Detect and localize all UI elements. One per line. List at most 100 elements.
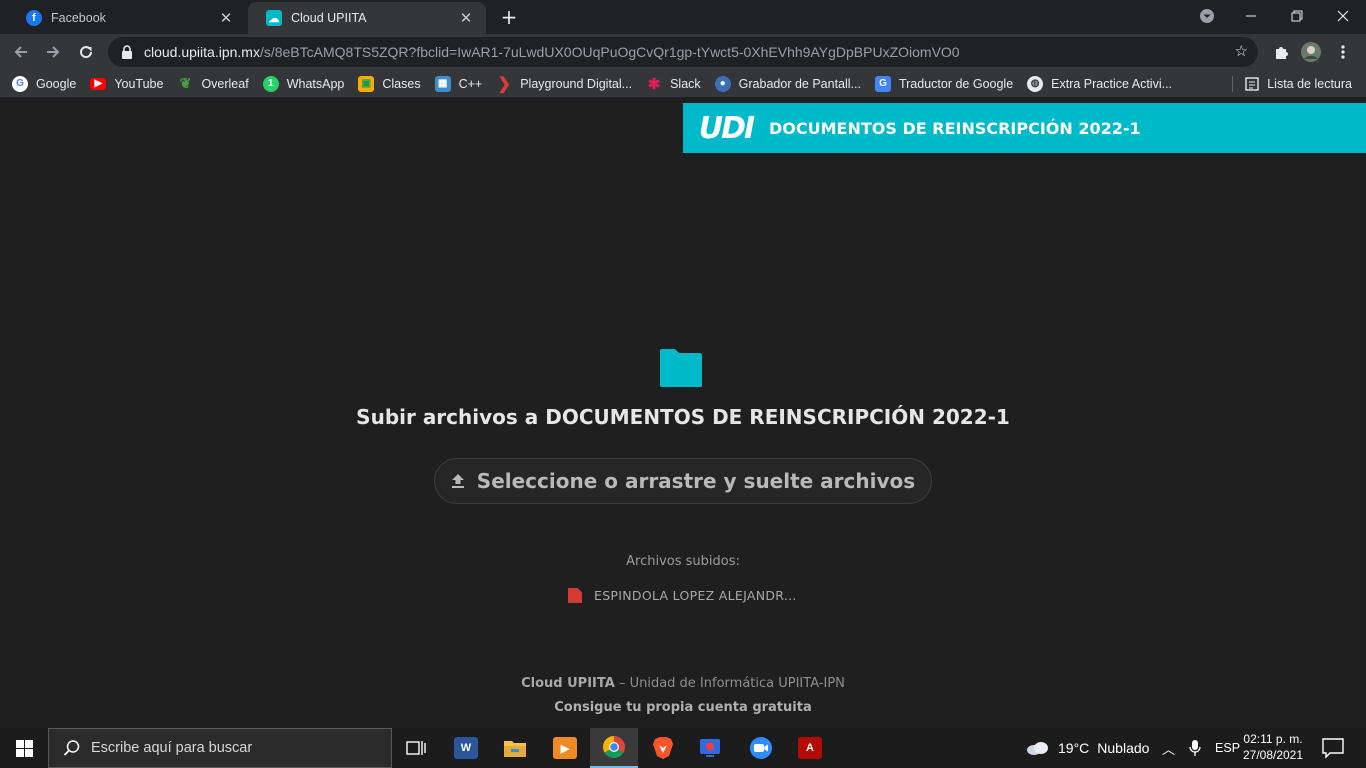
taskbar-search-input[interactable]: Escribe aquí para buscar	[48, 728, 392, 768]
close-icon[interactable]: ✕	[218, 9, 234, 27]
profile-avatar[interactable]	[1298, 39, 1324, 65]
acrobat-icon: A	[798, 737, 822, 759]
tab-title: Cloud UPIITA	[291, 11, 367, 25]
search-icon	[63, 740, 80, 756]
task-view-icon	[406, 741, 426, 755]
youtube-icon: ▶	[90, 77, 107, 90]
bookmark-google-translate[interactable]: G Traductor de Google	[874, 75, 1014, 92]
bookmark-slack[interactable]: ✱ Slack	[646, 75, 701, 93]
bookmark-label: C++	[458, 76, 483, 91]
reading-list-button[interactable]: Lista de lectura	[1232, 76, 1352, 92]
new-tab-button[interactable]: +	[498, 6, 520, 28]
tab-strip: f Facebook ✕ ☁ Cloud UPIITA ✕ +	[0, 0, 1366, 34]
header-band: UDI DOCUMENTOS DE REINSCRIPCIÓN 2022-1	[683, 103, 1366, 153]
tab-title: Facebook	[51, 11, 106, 25]
reading-list-icon	[1245, 77, 1259, 91]
restore-icon	[1291, 10, 1303, 22]
taskbar-app-file-explorer[interactable]	[491, 728, 539, 768]
upload-title-prefix: Subir archivos a	[356, 405, 546, 429]
uploaded-file-item: ESPINDOLA LOPEZ ALEJANDR...	[568, 588, 797, 603]
reload-button[interactable]	[73, 39, 99, 65]
bookmark-screen-recorder[interactable]: ● Grabador de Pantall...	[714, 75, 861, 92]
windows-taskbar: Escribe aquí para buscar W ▶ A 19°C Nubl…	[0, 728, 1366, 768]
google-icon: G	[12, 75, 28, 92]
close-window-button[interactable]	[1320, 0, 1366, 32]
overleaf-icon: ❦	[179, 75, 192, 91]
bookmark-label: Clases	[382, 76, 421, 91]
bookmark-label: WhatsApp	[286, 76, 345, 91]
facebook-icon: f	[26, 10, 42, 26]
footer-brand[interactable]: Cloud UPIITA	[521, 676, 615, 691]
search-placeholder: Escribe aquí para buscar	[91, 740, 253, 756]
bookmark-cpp[interactable]: ▦ C++	[434, 75, 483, 92]
bookmark-clases[interactable]: ▣ Clases	[358, 75, 421, 92]
bookmark-label: Slack	[670, 76, 701, 91]
bookmark-label: YouTube	[114, 76, 164, 91]
weather-widget[interactable]: 19°C Nublado	[1026, 728, 1149, 768]
footer-separator: –	[614, 676, 630, 691]
close-icon[interactable]: ✕	[458, 9, 474, 27]
bookmark-extra-practice[interactable]: ◍ Extra Practice Activi...	[1027, 75, 1172, 92]
bookmark-label: Grabador de Pantall...	[738, 76, 861, 91]
puzzle-icon	[1276, 47, 1288, 59]
clock-date: 27/08/2021	[1242, 748, 1304, 762]
start-button[interactable]	[0, 728, 48, 768]
browser-toolbar: cloud.upiita.ipn.mx/s/8eBTcAMQ8TS5ZQR?fb…	[0, 34, 1366, 70]
back-button[interactable]	[8, 39, 34, 65]
bookmark-star-icon[interactable]: ☆	[1235, 42, 1248, 60]
upload-files-button[interactable]: Seleccione o arrastre y suelte archivos	[434, 458, 932, 504]
close-icon	[1337, 10, 1349, 22]
bookmark-youtube[interactable]: ▶ YouTube	[90, 77, 163, 91]
language-indicator[interactable]: ESP	[1215, 741, 1240, 755]
taskbar-app-acrobat[interactable]: A	[786, 728, 834, 768]
notification-center-icon[interactable]	[1320, 736, 1346, 760]
taskbar-app-brave[interactable]	[639, 728, 687, 768]
bookmark-overleaf[interactable]: ❦ Overleaf	[177, 75, 249, 92]
udi-logo: UDI	[698, 110, 755, 146]
weather-condition: Nublado	[1097, 740, 1150, 756]
forward-button[interactable]	[40, 39, 66, 65]
tab-cloud-upiita[interactable]: ☁ Cloud UPIITA ✕	[248, 2, 486, 34]
file-name: ESPINDOLA LOPEZ ALEJANDR...	[594, 588, 797, 603]
screen-recorder-app-icon	[700, 739, 720, 757]
minimize-icon	[1246, 15, 1256, 17]
taskbar-app-word[interactable]: W	[442, 728, 490, 768]
whatsapp-icon: 1	[262, 75, 279, 92]
bookmark-label: Overleaf	[201, 76, 249, 91]
extensions-button[interactable]	[1268, 39, 1294, 65]
taskbar-app-screen-recorder[interactable]	[688, 728, 736, 768]
tab-facebook[interactable]: f Facebook ✕	[8, 2, 246, 34]
task-view-button[interactable]	[392, 728, 440, 768]
bookmark-google[interactable]: G Google	[12, 75, 76, 92]
address-bar[interactable]: cloud.upiita.ipn.mx/s/8eBTcAMQ8TS5ZQR?fb…	[108, 37, 1258, 67]
minimize-button[interactable]	[1228, 0, 1274, 32]
taskbar-clock[interactable]: 02:11 p. m. 27/08/2021	[1238, 731, 1308, 763]
divider	[1232, 76, 1234, 92]
microphone-icon[interactable]	[1189, 739, 1201, 757]
menu-button[interactable]	[1330, 39, 1356, 65]
get-account-link[interactable]: Consigue tu propia cuenta gratuita	[0, 700, 1366, 715]
bookmark-label: Playground Digital...	[520, 76, 633, 91]
bookmark-label: Traductor de Google	[898, 76, 1014, 91]
tab-search-button[interactable]	[1184, 0, 1230, 32]
arrow-right-icon	[47, 46, 60, 58]
globe-icon: ◍	[1027, 75, 1044, 92]
lock-icon[interactable]	[120, 45, 134, 59]
uploaded-files-heading: Archivos subidos:	[626, 554, 740, 569]
url-host: cloud.upiita.ipn.mx	[144, 44, 260, 60]
taskbar-app-slides[interactable]: ▶	[541, 728, 589, 768]
cpp-icon: ▦	[434, 75, 451, 92]
screen-recorder-icon: ●	[714, 75, 731, 92]
slack-icon: ✱	[647, 75, 661, 93]
arrow-left-icon	[14, 46, 27, 58]
taskbar-app-zoom[interactable]	[737, 728, 785, 768]
taskbar-app-chrome[interactable]	[590, 728, 638, 768]
bookmark-whatsapp[interactable]: 1 WhatsApp	[262, 75, 345, 92]
chevron-up-icon[interactable]: ︿	[1162, 739, 1175, 758]
playground-icon: ❯	[497, 75, 511, 93]
file-explorer-icon	[504, 741, 526, 757]
classroom-icon: ▣	[358, 75, 375, 92]
windows-logo-icon	[15, 739, 33, 757]
bookmark-playground[interactable]: ❯ Playground Digital...	[496, 75, 633, 93]
restore-button[interactable]	[1274, 0, 1320, 32]
